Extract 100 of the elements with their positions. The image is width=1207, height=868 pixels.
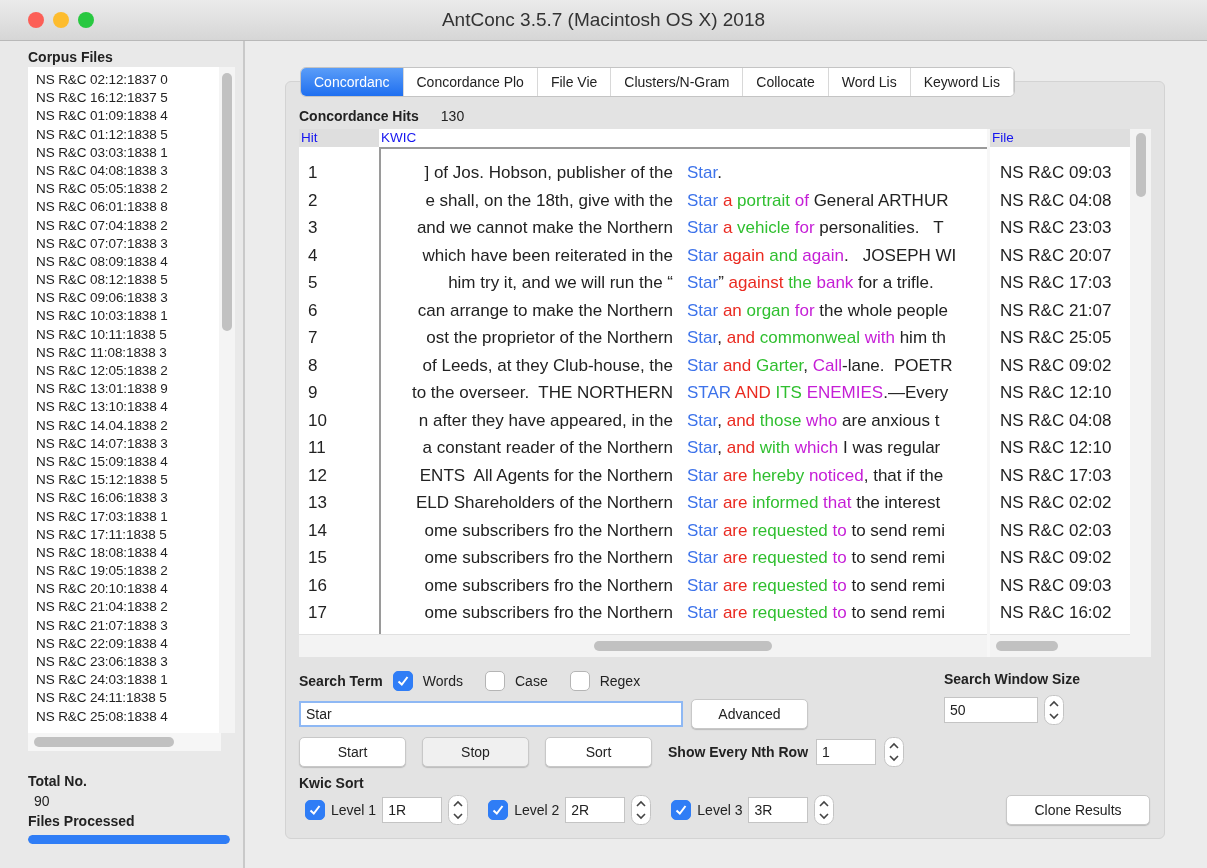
- stepper-icon[interactable]: [631, 795, 652, 825]
- kwic-text: hereby: [751, 465, 805, 485]
- kwic-text: .—Every: [883, 383, 949, 402]
- file-list-item[interactable]: NS R&C 19:05:1838 2: [36, 562, 219, 581]
- kwic-text: requested: [751, 575, 828, 595]
- kwic-text: for: [793, 218, 815, 237]
- file-list-item[interactable]: NS R&C 21:07:1838 3: [36, 616, 219, 635]
- sort-level-field[interactable]: 2R: [565, 797, 626, 823]
- action-button[interactable]: Start: [299, 737, 406, 767]
- column-header[interactable]: Hit: [299, 129, 379, 147]
- file-list-item[interactable]: NS R&C 10:11:1838 5: [36, 325, 219, 344]
- kwic-text: which: [793, 438, 839, 457]
- kwic-text: requested: [751, 603, 828, 622]
- checkbox[interactable]: [671, 800, 692, 820]
- file-list-item[interactable]: NS R&C 17:03:1838 1: [36, 507, 219, 526]
- checkbox[interactable]: [392, 671, 413, 691]
- scrollbar-thumb[interactable]: [34, 737, 174, 747]
- file-list-item[interactable]: NS R&C 04:08:1838 3: [36, 161, 219, 181]
- kwic-text: and: [768, 245, 798, 265]
- kwic-text: organ: [745, 300, 791, 320]
- hit-number: 8: [308, 355, 318, 375]
- checkbox[interactable]: [305, 800, 325, 820]
- file-list-item[interactable]: NS R&C 24:03:1838 1: [36, 671, 219, 690]
- column-header[interactable]: KWIC: [379, 129, 987, 147]
- close-button[interactable]: [28, 12, 44, 28]
- clone-results-button[interactable]: Clone Results: [1006, 795, 1150, 825]
- file-list-item[interactable]: NS R&C 15:09:1838 4: [36, 452, 219, 472]
- file-list-item[interactable]: NS R&C 08:12:1838 5: [36, 271, 219, 290]
- checkbox[interactable]: [485, 671, 505, 691]
- kwic-text: and: [725, 410, 756, 430]
- file-list-item[interactable]: NS R&C 01:12:1838 5: [36, 125, 219, 144]
- checkbox[interactable]: [569, 671, 590, 691]
- left-context: ELD Shareholders of the Northern: [415, 492, 673, 514]
- file-list-item[interactable]: NS R&C 20:10:1838 4: [36, 580, 219, 599]
- file-list-item[interactable]: NS R&C 24:11:1838 5: [36, 689, 219, 708]
- file-name: NS R&C 21:07: [1000, 300, 1112, 320]
- file-list-item[interactable]: NS R&C 16:12:1837 5: [36, 89, 219, 108]
- file-list-item[interactable]: NS R&C 07:07:1838 3: [36, 234, 219, 253]
- file-list-item[interactable]: NS R&C 05:05:1838 2: [36, 180, 219, 199]
- file-list-item[interactable]: NS R&C 03:03:1838 1: [36, 143, 219, 162]
- file-list-item[interactable]: NS R&C 23:06:1838 3: [36, 653, 219, 672]
- file-name: NS R&C 20:07: [1000, 245, 1112, 265]
- kwic-text: to: [831, 520, 847, 540]
- file-list-item[interactable]: NS R&C 25:08:1838 4: [36, 707, 219, 726]
- checkbox[interactable]: [488, 800, 509, 820]
- file-list-item[interactable]: NS R&C 12:05:1838 2: [36, 362, 219, 381]
- stepper-icon[interactable]: [884, 737, 905, 767]
- kwic-text: to: [831, 603, 847, 622]
- tab[interactable]: Concordanc: [301, 68, 404, 96]
- minimize-button[interactable]: [53, 12, 69, 28]
- file-list-item[interactable]: NS R&C 01:09:1838 4: [36, 107, 219, 126]
- file-list-item[interactable]: NS R&C 17:11:1838 5: [36, 525, 219, 544]
- file-list-item[interactable]: NS R&C 10:03:1838 1: [36, 307, 219, 326]
- file-list-item[interactable]: NS R&C 13:01:1838 9: [36, 380, 219, 399]
- column-header[interactable]: File: [990, 129, 1130, 147]
- nth-row-field[interactable]: 1: [816, 739, 877, 765]
- scrollbar-thumb[interactable]: [1135, 133, 1146, 197]
- file-list-item[interactable]: NS R&C 13:10:1838 4: [36, 398, 219, 417]
- file-list-item[interactable]: NS R&C 02:12:1837 0: [36, 71, 219, 90]
- kwic-text: an: [721, 300, 742, 320]
- files-processed-label: Files Processed: [28, 813, 136, 829]
- scrollbar-thumb[interactable]: [222, 73, 232, 331]
- kwic-text: and: [721, 355, 752, 375]
- file-list-item[interactable]: NS R&C 06:01:1838 8: [36, 198, 219, 217]
- scrollbar-thumb[interactable]: [594, 641, 772, 651]
- kwic-text: ENEMIES: [805, 383, 884, 402]
- file-list-item[interactable]: NS R&C 09:06:1838 3: [36, 289, 219, 308]
- stepper-icon[interactable]: [1044, 695, 1064, 725]
- window-size-field[interactable]: 50: [944, 697, 1038, 723]
- stepper-icon[interactable]: [448, 795, 469, 825]
- search-field[interactable]: Star: [299, 701, 683, 727]
- sort-level-field[interactable]: 1R: [382, 797, 443, 823]
- file-list-item[interactable]: NS R&C 14.04.1838 2: [36, 416, 219, 435]
- file-list-item[interactable]: NS R&C 08:09:1838 4: [36, 252, 219, 272]
- kwic-text: a: [721, 218, 733, 237]
- zoom-button[interactable]: [78, 12, 94, 28]
- file-list-item[interactable]: NS R&C 07:04:1838 2: [36, 216, 219, 235]
- hit-number: 10: [308, 410, 327, 430]
- file-list-item[interactable]: NS R&C 14:07:1838 3: [36, 434, 219, 453]
- kwic-text: ITS: [774, 383, 802, 402]
- kwic-text: Star: [687, 465, 719, 485]
- file-list-item[interactable]: NS R&C 11:08:1838 3: [36, 343, 219, 362]
- kwic-text: requested: [751, 548, 828, 567]
- file-list-item[interactable]: NS R&C 16:06:1838 3: [36, 489, 219, 508]
- left-context: ome subscribers fro the Northern: [424, 602, 673, 624]
- file-list-item[interactable]: NS R&C 22:09:1838 4: [36, 634, 219, 653]
- left-context: and we cannot make the Northern: [416, 217, 673, 239]
- sort-level-field[interactable]: 3R: [748, 797, 809, 823]
- kwic-text: Star: [687, 245, 719, 265]
- kwic-text: vehicle: [736, 218, 790, 237]
- kwic-text: for a trifle.: [857, 273, 934, 292]
- advanced-button[interactable]: Advanced: [691, 699, 808, 729]
- kwic-text: AND: [733, 383, 771, 402]
- file-list-item[interactable]: NS R&C 21:04:1838 2: [36, 598, 219, 617]
- scrollbar-thumb[interactable]: [996, 641, 1058, 651]
- file-list-item[interactable]: NS R&C 18:08:1838 4: [36, 543, 219, 563]
- stepper-icon[interactable]: [814, 795, 835, 825]
- kwic-text: .: [717, 163, 722, 182]
- action-button[interactable]: Sort: [545, 737, 652, 767]
- file-list-item[interactable]: NS R&C 15:12:1838 5: [36, 471, 219, 490]
